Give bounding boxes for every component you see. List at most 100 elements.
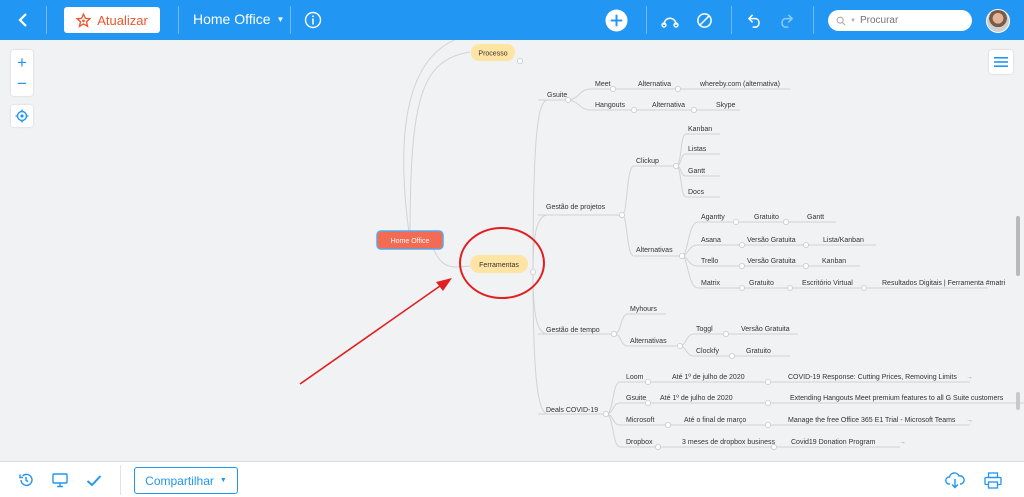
node-asana[interactable]: Asana [701,237,721,244]
center-map-button[interactable] [11,105,33,127]
print-button[interactable] [980,462,1006,497]
node-clickup-listas[interactable]: Listas [688,146,707,153]
node-myhours[interactable]: Myhours [630,306,657,313]
chevron-left-icon [18,13,27,27]
node-loom-deal[interactable]: Até 1º de julho de 2020 [672,374,745,381]
info-button[interactable] [300,0,326,40]
node-loom-link[interactable]: COVID-19 Response: Cutting Prices, Remov… [788,374,957,381]
node-agantty-gantt[interactable]: Gantt [807,214,824,221]
node-alternativas-tempo[interactable]: Alternativas [630,338,667,345]
node-gsuite-group[interactable]: Gsuite [547,92,567,99]
node-alternativas-projetos[interactable]: Alternativas [636,247,673,254]
node-meet-alternativa[interactable]: Alternativa [638,81,671,88]
link-arrow-icon[interactable]: → [966,374,973,381]
info-icon [304,11,322,29]
node-clockfy[interactable]: Clockfy [696,348,719,355]
zoom-in-icon[interactable]: + [17,53,27,73]
node-asana-lista[interactable]: Lista/Kanban [823,237,864,244]
node-matrix-resultados[interactable]: Resultados Digitais | Ferramenta #matri [882,280,1006,287]
node-microsoft[interactable]: Microsoft [626,417,654,424]
block-icon [696,12,712,28]
mindmap-canvas[interactable]: Processo Home Office Ferramentas Gsuite … [0,40,1024,461]
bottom-toolbar: Compartilhar ▼ [0,461,1024,497]
vertical-scrollbar[interactable] [1016,216,1020,276]
mindmap-svg: Processo Home Office Ferramentas Gsuite … [299,40,1024,450]
node-clickup[interactable]: Clickup [636,158,659,165]
checkmark-icon [86,474,102,486]
vertical-scrollbar-lower[interactable] [1016,392,1020,410]
node-matrix-escritorio[interactable]: Escritório Virtual [802,280,853,287]
add-node-button[interactable] [602,0,630,40]
node-clickup-kanban[interactable]: Kanban [688,126,712,133]
node-trello-versao[interactable]: Versão Gratuita [747,258,796,265]
node-toggl[interactable]: Toggl [696,326,713,333]
root-label: Home Office [391,238,430,245]
node-agantty[interactable]: Agantty [701,214,725,221]
user-avatar[interactable] [986,9,1010,33]
node-dropbox-deal[interactable]: 3 meses de dropbox business [682,439,775,446]
node-gsuite[interactable]: Gsuite [626,395,646,402]
undo-icon [747,13,760,28]
node-microsoft-deal[interactable]: Até o final de março [684,417,746,424]
crosshair-icon [15,109,29,123]
node-deals-covid[interactable]: Deals COVID-19 [546,407,598,414]
share-button[interactable]: Compartilhar ▼ [134,467,238,494]
connect-button[interactable] [658,0,682,40]
node-gsuite-deal[interactable]: Até 1º de julho de 2020 [660,395,733,402]
share-label: Compartilhar [145,473,214,488]
tasks-button[interactable] [82,462,106,497]
node-trello[interactable]: Trello [701,258,718,265]
topic-label-ferramentas: Ferramentas [479,262,519,269]
node-agantty-gratuito[interactable]: Gratuito [754,214,779,221]
node-matrix-gratuito[interactable]: Gratuito [749,280,774,287]
node-gestao-tempo[interactable]: Gestão de tempo [546,327,600,334]
link-arrow-icon[interactable]: → [966,417,973,424]
node-clockfy-gratuito[interactable]: Gratuito [746,348,771,355]
node-toggl-versao[interactable]: Versão Gratuita [741,326,790,333]
link-arrow-icon[interactable]: → [899,439,906,446]
node-gsuite-link[interactable]: Extending Hangouts Meet premium features… [790,395,1004,402]
node-loom[interactable]: Loom [626,374,644,381]
document-title-dropdown[interactable]: Home Office ▼ [193,11,284,27]
annotation-arrow-shaft [299,285,441,385]
node-hangouts-alternativa[interactable]: Alternativa [652,102,685,109]
node-gestao-projetos[interactable]: Gestão de projetos [546,204,606,211]
node-whereby[interactable]: whereby.com (alternativa) [699,81,780,88]
plus-circle-icon [604,8,628,32]
history-icon [19,473,33,487]
node-microsoft-link[interactable]: Manage the free Office 365 E1 Trial - Mi… [788,417,956,424]
update-button[interactable]: Atualizar [64,7,160,33]
topic-label-processo: Processo [478,51,507,58]
node-matrix[interactable]: Matrix [701,280,721,287]
node-skype[interactable]: Skype [716,102,736,109]
node-dropbox-link[interactable]: Covid19 Donation Program [791,439,876,446]
outline-menu-button[interactable] [989,50,1013,74]
node-clickup-docs[interactable]: Docs [688,189,704,196]
node-asana-versao[interactable]: Versão Gratuita [747,237,796,244]
presentation-button[interactable] [48,462,72,497]
back-button[interactable] [8,0,38,40]
history-button[interactable] [14,462,38,497]
connection-icon [661,17,679,28]
undo-button[interactable] [742,0,766,40]
document-title: Home Office [193,11,271,27]
monitor-icon [52,472,68,487]
node-hangouts[interactable]: Hangouts [595,102,625,109]
star-icon [76,12,92,28]
search-box[interactable]: ▼ [828,10,972,31]
zoom-out-icon[interactable]: − [17,74,27,94]
disable-button[interactable] [692,0,716,40]
search-input[interactable] [859,15,970,26]
search-caret-icon: ▼ [850,17,856,24]
annotation-arrow-head [436,278,452,291]
download-button[interactable] [942,462,968,497]
printer-icon [984,471,1002,489]
caret-down-icon: ▼ [276,14,285,24]
hamburger-icon [994,57,1008,67]
zoom-controls: + − [11,50,33,96]
node-trello-kanban[interactable]: Kanban [822,258,846,265]
redo-button[interactable] [774,0,798,40]
node-dropbox[interactable]: Dropbox [626,439,653,446]
node-clickup-gantt[interactable]: Gantt [688,168,705,175]
node-meet[interactable]: Meet [595,81,611,88]
